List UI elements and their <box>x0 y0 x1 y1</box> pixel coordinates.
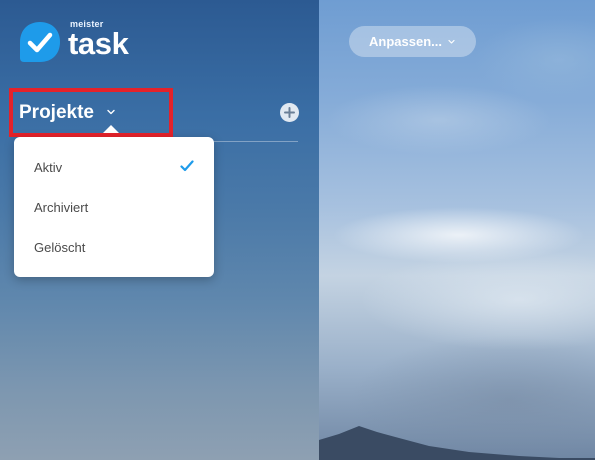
dropdown-item-label: Aktiv <box>34 159 63 175</box>
check-icon <box>180 160 194 172</box>
dropdown-caret <box>103 125 119 133</box>
logo-sub-text: meister <box>70 19 104 29</box>
dropdown-item-label: Gelöscht <box>34 239 86 255</box>
background-photo <box>319 0 595 460</box>
chevron-down-icon[interactable] <box>105 106 117 118</box>
dropdown-item-geloescht[interactable]: Gelöscht <box>14 229 214 265</box>
dropdown-item-label: Archiviert <box>34 199 89 215</box>
meistertask-logo[interactable]: meister task <box>18 19 129 64</box>
customize-button[interactable]: Anpassen... <box>349 26 476 57</box>
logo-check-icon <box>20 22 60 62</box>
logo-main-text: task <box>68 26 129 61</box>
dropdown-item-aktiv[interactable]: Aktiv <box>14 149 214 185</box>
projects-section-title[interactable]: Projekte <box>19 102 94 124</box>
add-project-button[interactable] <box>280 103 299 122</box>
customize-button-label: Anpassen... <box>369 34 442 49</box>
dropdown-item-archiviert[interactable]: Archiviert <box>14 189 214 225</box>
mountain-silhouette <box>319 426 595 460</box>
chevron-down-icon <box>448 39 455 44</box>
plus-icon <box>284 107 295 118</box>
projects-filter-dropdown: Aktiv Archiviert Gelöscht <box>14 137 214 277</box>
sidebar: meister task Projekte Aktiv Archiviert G… <box>0 0 319 460</box>
